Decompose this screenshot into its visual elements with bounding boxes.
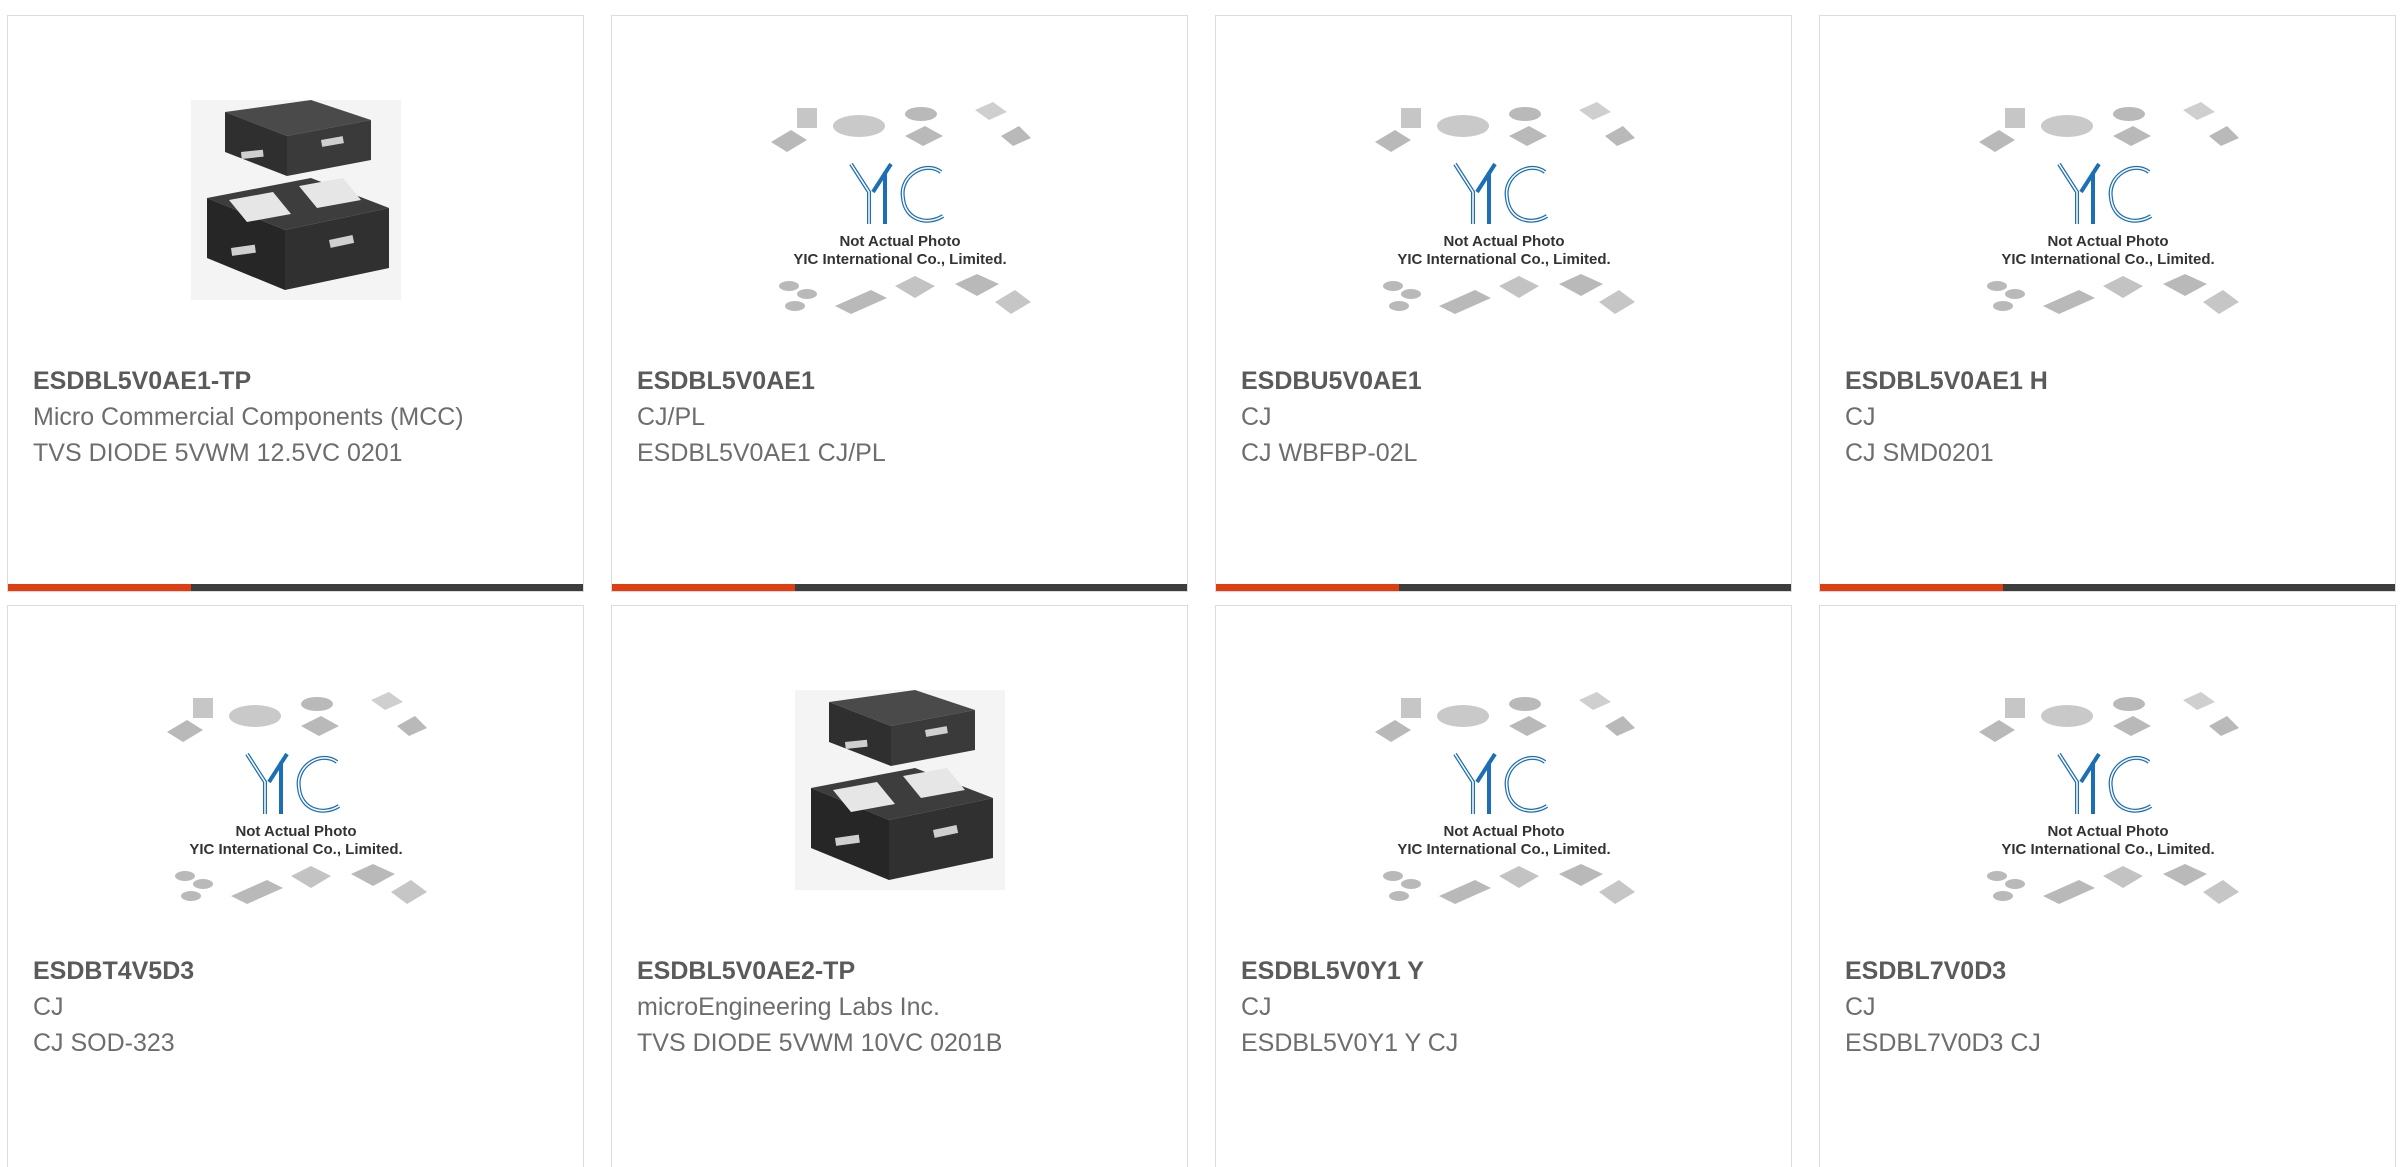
placeholder-caption-2: YIC International Co., Limited. bbox=[2001, 841, 2214, 858]
manufacturer: CJ bbox=[1845, 403, 1876, 431]
product-info: ESDBT4V5D3 CJ CJ SOD-323 bbox=[33, 953, 563, 1061]
placeholder-caption-1: Not Actual Photo bbox=[1443, 823, 1564, 840]
manufacturer: microEngineering Labs Inc. bbox=[637, 993, 940, 1021]
description: CJ WBFBP-02L bbox=[1241, 439, 1418, 467]
product-info: ESDBL5V0Y1 Y CJ ESDBL5V0Y1 Y CJ bbox=[1241, 953, 1771, 1061]
part-number[interactable]: ESDBL7V0D3 bbox=[1845, 953, 2375, 989]
product-info: ESDBL5V0AE2-TP microEngineering Labs Inc… bbox=[637, 953, 1167, 1061]
card-underline bbox=[8, 584, 583, 591]
product-card[interactable]: Not Actual Photo YIC International Co., … bbox=[1819, 15, 2396, 592]
card-underline-accent bbox=[1216, 584, 1399, 591]
part-number[interactable]: ESDBL5V0AE2-TP bbox=[637, 953, 1167, 989]
product-image[interactable] bbox=[161, 80, 431, 320]
placeholder-caption-2: YIC International Co., Limited. bbox=[1397, 841, 1610, 858]
product-card[interactable]: Not Actual Photo YIC International Co., … bbox=[1215, 15, 1792, 592]
placeholder-caption-2: YIC International Co., Limited. bbox=[1397, 251, 1610, 268]
yic-placeholder-icon: Not Actual Photo YIC International Co., … bbox=[1978, 692, 2239, 904]
product-image[interactable]: Not Actual Photo YIC International Co., … bbox=[1369, 670, 1639, 910]
product-info: ESDBL5V0AE1 CJ/PL ESDBL5V0AE1 CJ/PL bbox=[637, 363, 1167, 471]
part-number[interactable]: ESDBL5V0AE1 H bbox=[1845, 363, 2375, 399]
manufacturer: CJ bbox=[33, 993, 64, 1021]
part-number[interactable]: ESDBL5V0AE1-TP bbox=[33, 363, 563, 399]
yic-placeholder-icon: Not Actual Photo YIC International Co., … bbox=[1374, 692, 1635, 904]
description: ESDBL7V0D3 CJ bbox=[1845, 1029, 2041, 1057]
placeholder-caption-2: YIC International Co., Limited. bbox=[189, 841, 402, 858]
description: CJ SOD-323 bbox=[33, 1029, 175, 1057]
product-card[interactable]: Not Actual Photo YIC International Co., … bbox=[611, 15, 1188, 592]
manufacturer: Micro Commercial Components (MCC) bbox=[33, 403, 464, 431]
product-info: ESDBU5V0AE1 CJ CJ WBFBP-02L bbox=[1241, 363, 1771, 471]
description: ESDBL5V0Y1 Y CJ bbox=[1241, 1029, 1459, 1057]
product-image[interactable]: Not Actual Photo YIC International Co., … bbox=[765, 80, 1035, 320]
yic-placeholder-icon: Not Actual Photo YIC International Co., … bbox=[166, 692, 427, 904]
part-number[interactable]: ESDBU5V0AE1 bbox=[1241, 363, 1771, 399]
manufacturer: CJ bbox=[1845, 993, 1876, 1021]
yic-placeholder-icon: Not Actual Photo YIC International Co., … bbox=[1374, 102, 1635, 314]
placeholder-caption-2: YIC International Co., Limited. bbox=[793, 251, 1006, 268]
description: TVS DIODE 5VWM 10VC 0201B bbox=[637, 1029, 1003, 1057]
card-underline bbox=[612, 584, 1187, 591]
product-card[interactable]: Not Actual Photo YIC International Co., … bbox=[1819, 605, 2396, 1167]
placeholder-caption-1: Not Actual Photo bbox=[839, 233, 960, 250]
product-info: ESDBL5V0AE1-TP Micro Commercial Componen… bbox=[33, 363, 563, 471]
product-card[interactable]: Not Actual Photo YIC International Co., … bbox=[1215, 605, 1792, 1167]
product-image[interactable]: Not Actual Photo YIC International Co., … bbox=[1369, 80, 1639, 320]
manufacturer: CJ bbox=[1241, 993, 1272, 1021]
card-underline-accent bbox=[8, 584, 191, 591]
product-image[interactable]: Not Actual Photo YIC International Co., … bbox=[1973, 670, 2243, 910]
part-number[interactable]: ESDBT4V5D3 bbox=[33, 953, 563, 989]
product-image[interactable]: Not Actual Photo YIC International Co., … bbox=[1973, 80, 2243, 320]
manufacturer: CJ bbox=[1241, 403, 1272, 431]
part-number[interactable]: ESDBL5V0AE1 bbox=[637, 363, 1167, 399]
placeholder-caption-1: Not Actual Photo bbox=[2047, 823, 2168, 840]
package-photo-icon bbox=[794, 690, 1005, 890]
product-card[interactable]: ESDBL5V0AE1-TP Micro Commercial Componen… bbox=[7, 15, 584, 592]
yic-placeholder-icon: Not Actual Photo YIC International Co., … bbox=[770, 102, 1031, 314]
description: ESDBL5V0AE1 CJ/PL bbox=[637, 439, 886, 467]
product-image[interactable] bbox=[765, 670, 1035, 910]
card-underline bbox=[1820, 584, 2395, 591]
product-card[interactable]: ESDBL5V0AE2-TP microEngineering Labs Inc… bbox=[611, 605, 1188, 1167]
package-photo-icon bbox=[190, 100, 401, 300]
product-info: ESDBL5V0AE1 H CJ CJ SMD0201 bbox=[1845, 363, 2375, 471]
card-underline bbox=[1216, 584, 1791, 591]
description: TVS DIODE 5VWM 12.5VC 0201 bbox=[33, 439, 403, 467]
card-underline-accent bbox=[612, 584, 795, 591]
product-image[interactable]: Not Actual Photo YIC International Co., … bbox=[161, 670, 431, 910]
product-info: ESDBL7V0D3 CJ ESDBL7V0D3 CJ bbox=[1845, 953, 2375, 1061]
card-underline-accent bbox=[1820, 584, 2003, 591]
manufacturer: CJ/PL bbox=[637, 403, 706, 431]
part-number[interactable]: ESDBL5V0Y1 Y bbox=[1241, 953, 1771, 989]
placeholder-caption-1: Not Actual Photo bbox=[1443, 233, 1564, 250]
placeholder-caption-1: Not Actual Photo bbox=[235, 823, 356, 840]
product-grid: ESDBL5V0AE1-TP Micro Commercial Componen… bbox=[0, 0, 2400, 1167]
description: CJ SMD0201 bbox=[1845, 439, 1994, 467]
product-card[interactable]: Not Actual Photo YIC International Co., … bbox=[7, 605, 584, 1167]
placeholder-caption-2: YIC International Co., Limited. bbox=[2001, 251, 2214, 268]
placeholder-caption-1: Not Actual Photo bbox=[2047, 233, 2168, 250]
yic-placeholder-icon: Not Actual Photo YIC International Co., … bbox=[1978, 102, 2239, 314]
